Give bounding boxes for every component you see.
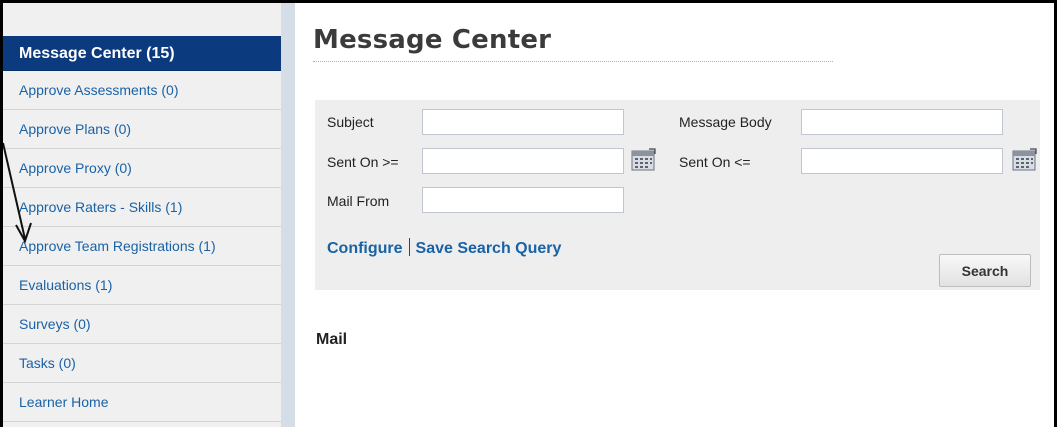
sidebar: Message Center (15) Approve Assessments … <box>3 3 281 427</box>
sidebar-item-approve-plans[interactable]: Approve Plans (0) <box>3 110 281 149</box>
subject-label: Subject <box>327 114 374 130</box>
sent-on-from-label: Sent On >= <box>327 154 399 170</box>
mail-from-label: Mail From <box>327 193 390 209</box>
mail-from-input[interactable] <box>422 187 624 213</box>
message-body-input[interactable] <box>801 109 1003 135</box>
search-button[interactable]: Search <box>939 254 1031 287</box>
link-separator <box>408 238 410 256</box>
main-content: Message Center Subject Message Body Sent… <box>295 3 1054 427</box>
calendar-icon[interactable] <box>631 148 657 172</box>
title-divider <box>313 61 833 62</box>
sent-on-to-input[interactable] <box>801 148 1003 174</box>
search-panel: Subject Message Body Sent On >= Sent On … <box>315 100 1040 290</box>
message-body-label: Message Body <box>679 114 772 130</box>
mail-heading: Mail <box>316 331 348 348</box>
sidebar-item-surveys[interactable]: Surveys (0) <box>3 305 281 344</box>
save-search-query-link[interactable]: Save Search Query <box>416 240 562 257</box>
sidebar-item-learner-home[interactable]: Learner Home <box>3 383 281 422</box>
app-frame: Message Center (15) Approve Assessments … <box>3 3 1054 427</box>
sidebar-item-approve-proxy[interactable]: Approve Proxy (0) <box>3 149 281 188</box>
calendar-icon[interactable] <box>1012 148 1038 172</box>
configure-link[interactable]: Configure <box>327 240 403 257</box>
sidebar-item-approve-raters-skills[interactable]: Approve Raters - Skills (1) <box>3 188 281 227</box>
search-links: Configure Save Search Query <box>327 238 561 258</box>
sidebar-top-spacer <box>3 3 281 36</box>
sent-on-from-input[interactable] <box>422 148 624 174</box>
sidebar-item-approve-team-registrations[interactable]: Approve Team Registrations (1) <box>3 227 281 266</box>
subject-input[interactable] <box>422 109 624 135</box>
sidebar-item-evaluations[interactable]: Evaluations (1) <box>3 266 281 305</box>
sent-on-to-label: Sent On <= <box>679 154 751 170</box>
sidebar-item-approve-assessments[interactable]: Approve Assessments (0) <box>3 71 281 110</box>
sidebar-item-tasks[interactable]: Tasks (0) <box>3 344 281 383</box>
sidebar-divider <box>281 3 295 427</box>
sidebar-header-message-center[interactable]: Message Center (15) <box>3 36 281 71</box>
page-title: Message Center <box>313 25 552 55</box>
